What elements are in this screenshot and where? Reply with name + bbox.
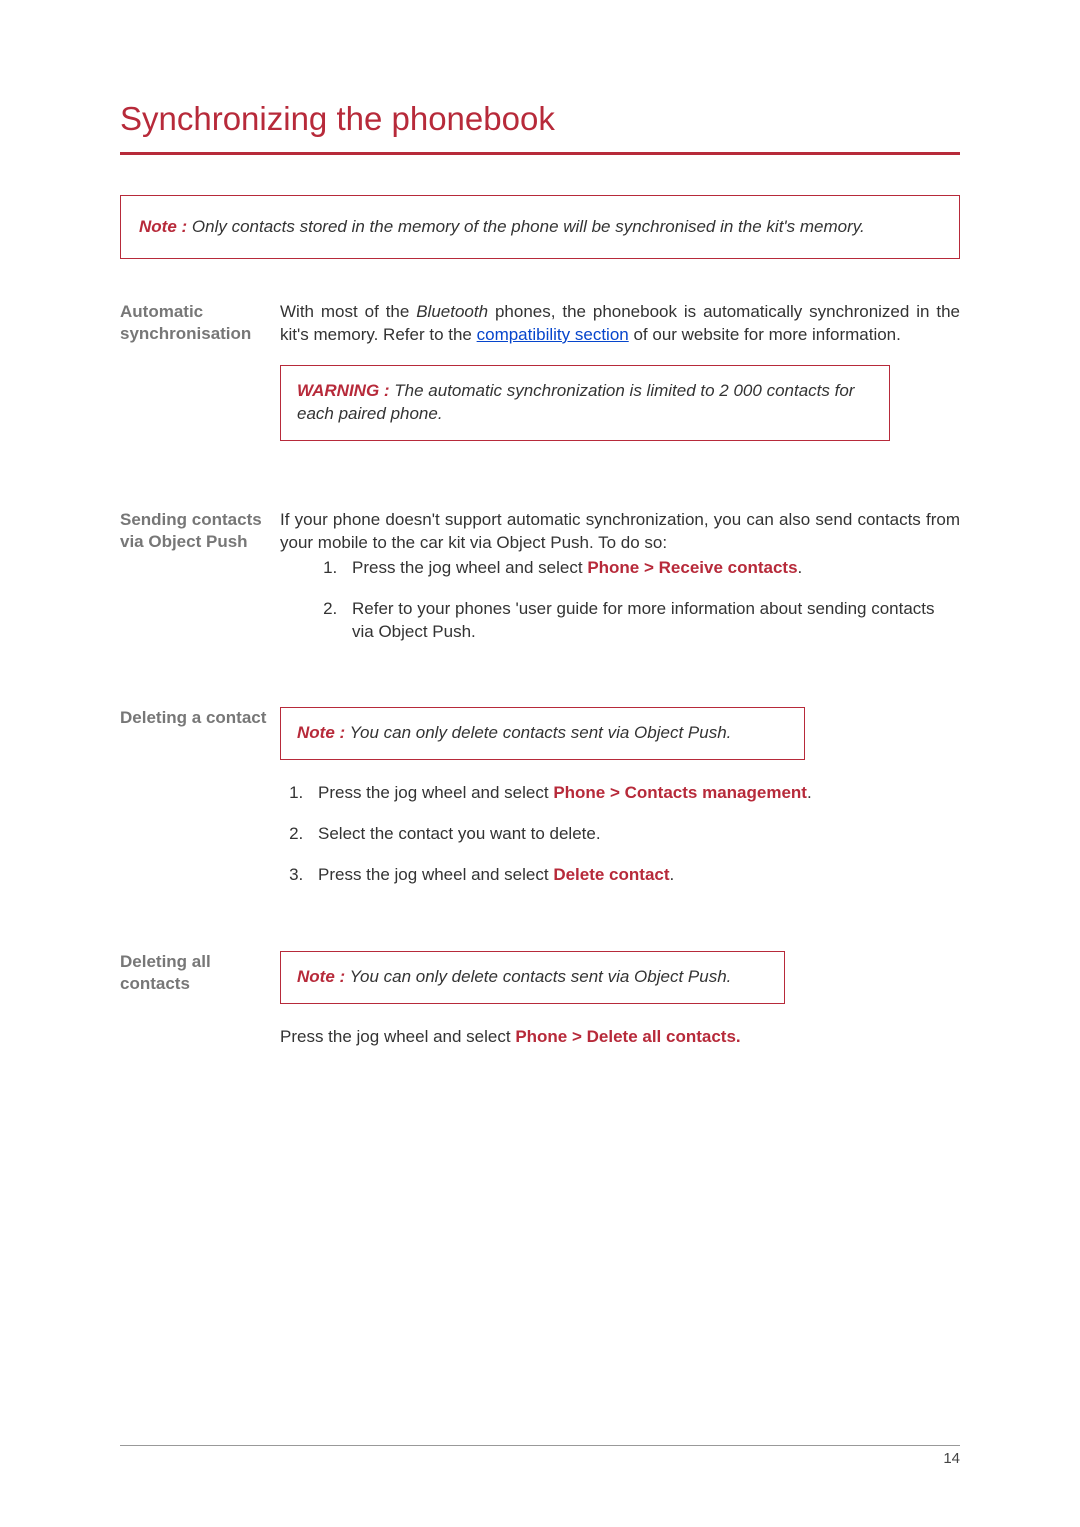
side-label-delete-contact: Deleting a contact	[120, 707, 280, 905]
note-box-delete: Note : You can only delete contacts sent…	[280, 707, 805, 760]
menu-path: Phone > Receive contacts	[587, 558, 797, 577]
section-object-push: Sending contacts via Object Push If your…	[120, 509, 960, 662]
page-title: Synchronizing the phonebook	[120, 100, 960, 138]
menu-path: Phone > Delete all contacts.	[515, 1027, 740, 1046]
note-text: You can only delete contacts sent via Ob…	[345, 967, 731, 986]
list-item: Press the jog wheel and select Phone > C…	[308, 782, 960, 805]
text-fragment: of our website for more information.	[629, 325, 901, 344]
compatibility-link[interactable]: compatibility section	[477, 325, 629, 344]
note-text: Only contacts stored in the memory of th…	[187, 217, 865, 236]
top-note-box: Note : Only contacts stored in the memor…	[120, 195, 960, 259]
bluetooth-word: Bluetooth	[416, 302, 488, 321]
text-fragment: With most of the	[280, 302, 416, 321]
warning-box: WARNING : The automatic synchronization …	[280, 365, 890, 441]
list-item: Select the contact you want to delete.	[308, 823, 960, 846]
text-fragment: .	[798, 558, 803, 577]
side-label-object-push: Sending contacts via Object Push	[120, 509, 280, 662]
delete-all-instruction: Press the jog wheel and select Phone > D…	[280, 1026, 960, 1049]
list-item: Refer to your phones 'user guide for mor…	[342, 598, 960, 644]
note-label: Note :	[297, 967, 345, 986]
text-fragment: Press the jog wheel and select	[318, 865, 553, 884]
object-push-steps: Press the jog wheel and select Phone > R…	[342, 557, 960, 644]
note-label: Note :	[297, 723, 345, 742]
side-label-delete-all: Deleting all contacts	[120, 951, 280, 1067]
note-text: You can only delete contacts sent via Ob…	[345, 723, 731, 742]
note-box-delete-all: Note : You can only delete contacts sent…	[280, 951, 785, 1004]
section-delete-contact: Deleting a contact Note : You can only d…	[120, 707, 960, 905]
text-fragment: Press the jog wheel and select	[352, 558, 587, 577]
section-automatic: Automatic synchronisation With most of t…	[120, 301, 960, 463]
page-number: 14	[943, 1450, 960, 1467]
text-fragment: .	[807, 783, 812, 802]
object-push-intro: If your phone doesn't support automatic …	[280, 509, 960, 555]
auto-sync-paragraph: With most of the Bluetooth phones, the p…	[280, 301, 960, 347]
note-label: Note :	[139, 217, 187, 236]
text-fragment: .	[670, 865, 675, 884]
list-item: Press the jog wheel and select Delete co…	[308, 864, 960, 887]
text-fragment: Press the jog wheel and select	[280, 1027, 515, 1046]
menu-path: Phone > Contacts management	[553, 783, 807, 802]
menu-path: Delete contact	[553, 865, 669, 884]
warning-label: WARNING :	[297, 381, 390, 400]
title-underline	[120, 152, 960, 155]
list-item: Press the jog wheel and select Phone > R…	[342, 557, 960, 580]
delete-contact-steps: Press the jog wheel and select Phone > C…	[308, 782, 960, 887]
side-label-automatic: Automatic synchronisation	[120, 301, 280, 463]
text-fragment: Press the jog wheel and select	[318, 783, 553, 802]
page-footer: 14	[120, 1445, 960, 1467]
section-delete-all: Deleting all contacts Note : You can onl…	[120, 951, 960, 1067]
